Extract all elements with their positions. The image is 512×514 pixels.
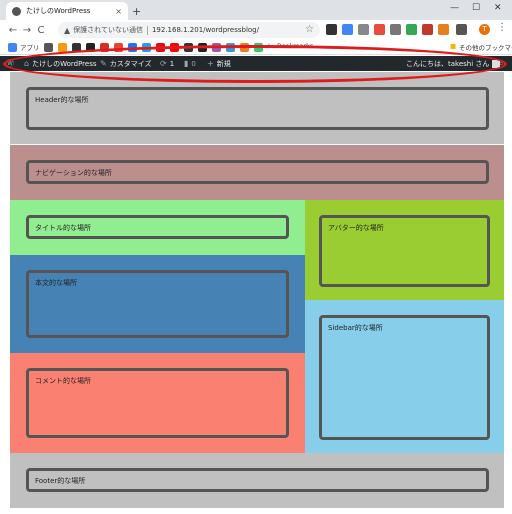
other-bookmarks[interactable]: その他のブックマーク [459, 42, 512, 52]
bookmark-icon[interactable] [44, 43, 53, 52]
folder-icon: ■ [450, 42, 457, 50]
maximize-button[interactable]: ☐ [472, 3, 480, 13]
tab-strip: たけしのWordPress × + — ☐ ✕ [0, 0, 512, 20]
minimize-button[interactable]: — [450, 3, 459, 13]
warning-icon: ▲ [64, 25, 71, 35]
body-region: 本文的な場所 [10, 255, 305, 353]
extension-icon[interactable] [374, 24, 385, 35]
back-button[interactable]: ← [6, 25, 20, 36]
avatar-region: アバター的な場所 [305, 200, 504, 300]
profile-avatar[interactable]: T [479, 24, 490, 35]
extension-icon[interactable] [438, 24, 449, 35]
star-bookmark-icon[interactable]: ☆ [305, 24, 314, 35]
security-status: 保護されていない通信 [73, 26, 143, 34]
navigation-box: ナビゲーション的な場所 [26, 160, 489, 184]
extension-icon[interactable] [358, 24, 369, 35]
title-region: タイトル的な場所 [10, 200, 305, 255]
puzzle-extensions-icon[interactable] [456, 24, 467, 35]
avatar-box: アバター的な場所 [319, 215, 490, 287]
navigation-region: ナビゲーション的な場所 [10, 145, 504, 200]
forward-button[interactable]: → [20, 25, 34, 36]
browser-menu-icon[interactable]: ⋮ [497, 22, 507, 33]
url-text[interactable]: 192.168.1.201/wordpressblog/ [152, 26, 259, 34]
header-box: Header的な場所 [26, 87, 489, 130]
extension-icon[interactable] [342, 24, 353, 35]
header-label: Header的な場所 [35, 96, 89, 104]
extension-icon[interactable] [406, 24, 417, 35]
reload-button[interactable]: C [34, 25, 48, 36]
apps-grid-icon[interactable] [8, 43, 17, 52]
comment-label: コメント的な場所 [35, 377, 91, 385]
wordpress-favicon-icon [12, 6, 21, 16]
comment-box: コメント的な場所 [26, 368, 289, 438]
sidebar-box: Sidebar的な場所 [319, 315, 490, 440]
apps-bookmark[interactable]: アプリ [20, 42, 40, 52]
red-annotation-circle [3, 45, 507, 83]
footer-region: Footer的な場所 [10, 453, 504, 508]
body-label: 本文的な場所 [35, 279, 77, 287]
tab-close-icon[interactable]: × [115, 7, 122, 16]
tab-title: たけしのWordPress [26, 7, 91, 15]
new-tab-button[interactable]: + [132, 5, 141, 18]
title-label: タイトル的な場所 [35, 224, 91, 232]
footer-label: Footer的な場所 [35, 477, 86, 485]
avatar-label: アバター的な場所 [328, 224, 384, 232]
extension-icon[interactable] [390, 24, 401, 35]
browser-tab[interactable]: たけしのWordPress × [6, 2, 128, 20]
body-box: 本文的な場所 [26, 270, 289, 338]
sidebar-region: Sidebar的な場所 [305, 300, 504, 453]
navigation-label: ナビゲーション的な場所 [35, 169, 112, 177]
close-window-button[interactable]: ✕ [494, 3, 502, 13]
comment-region: コメント的な場所 [10, 353, 305, 453]
footer-box: Footer的な場所 [26, 468, 489, 492]
sidebar-label: Sidebar的な場所 [328, 324, 383, 332]
extension-w-icon[interactable] [326, 24, 337, 35]
divider [146, 25, 148, 35]
address-bar[interactable]: ▲ 保護されていない通信 192.168.1.201/wordpressblog… [58, 22, 320, 38]
extension-icon[interactable] [422, 24, 433, 35]
title-box: タイトル的な場所 [26, 215, 289, 239]
